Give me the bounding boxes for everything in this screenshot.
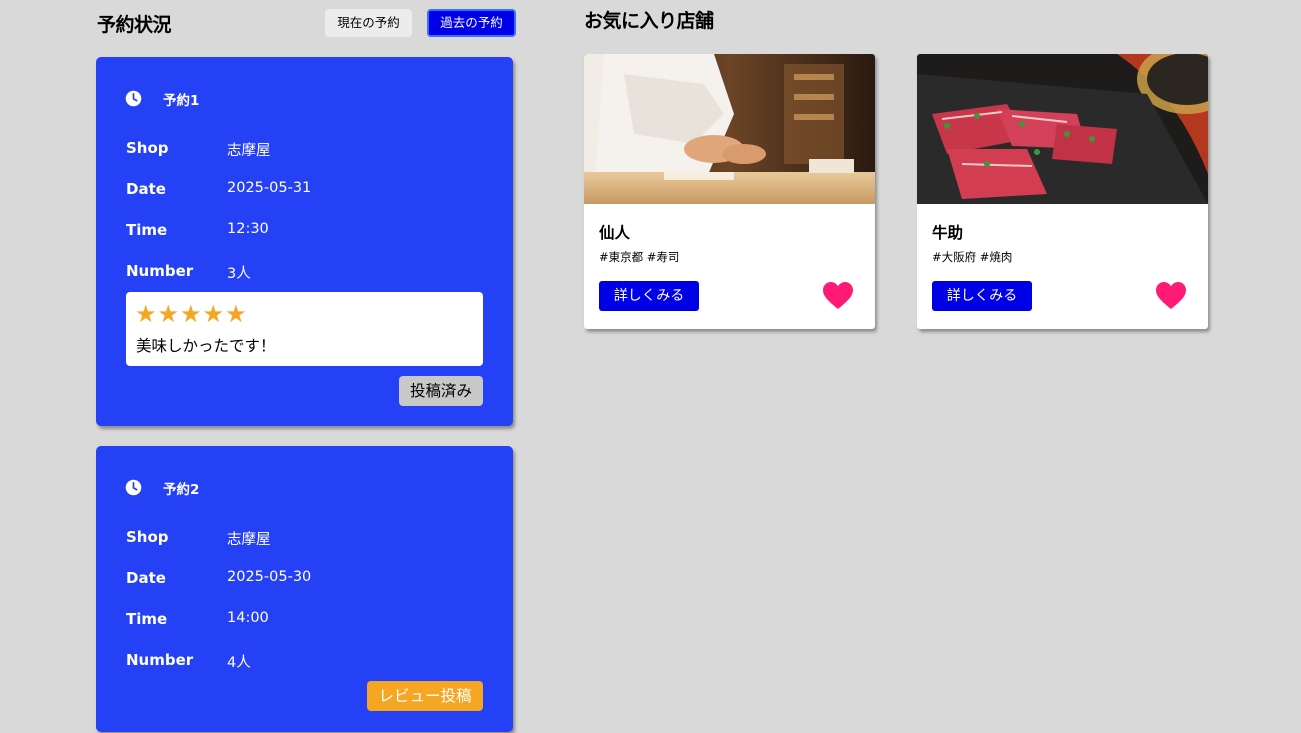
tab-current-reservations[interactable]: 現在の予約 [325, 9, 412, 37]
reservation-date-row: Date 2025-05-30 [126, 569, 466, 589]
clock-icon [125, 479, 142, 496]
number-label: Number [126, 262, 194, 280]
date-value: 2025-05-31 [227, 180, 312, 196]
date-value: 2025-05-30 [227, 569, 312, 585]
reservation-time-row: Time 12:30 [126, 221, 466, 241]
reservation-header: 予約状況 現在の予約 過去の予約 [97, 8, 516, 38]
reservation-section: 予約状況 現在の予約 過去の予約 予約1 Shop 志摩屋 Date 2025-… [96, 0, 516, 733]
reservation-name: 予約2 [163, 482, 200, 498]
post-review-button[interactable]: レビュー投稿 [367, 681, 483, 711]
reservation-card: 予約1 Shop 志摩屋 Date 2025-05-31 Time 12:30 … [96, 57, 513, 426]
reservation-title: 予約状況 [97, 14, 172, 36]
shop-label: Shop [126, 139, 169, 157]
shop-label: Shop [126, 528, 169, 546]
clock-icon [125, 90, 142, 107]
reservation-time-row: Time 14:00 [126, 610, 466, 630]
reservation-number-row: Number 4人 [126, 651, 466, 671]
shop-value: 志摩屋 [227, 532, 271, 548]
reservation-number-row: Number 3人 [126, 262, 466, 282]
time-label: Time [126, 610, 168, 628]
heart-icon[interactable] [822, 281, 854, 311]
review-posted-button[interactable]: 投稿済み [399, 376, 483, 406]
date-label: Date [126, 180, 166, 198]
shop-name: 牛助 [932, 224, 964, 242]
shop-name: 仙人 [599, 224, 631, 242]
reservation-shop-row: Shop 志摩屋 [126, 139, 466, 159]
time-value: 12:30 [227, 221, 269, 237]
shop-tags: #東京都 #寿司 [599, 250, 680, 264]
detail-button[interactable]: 詳しくみる [932, 281, 1032, 311]
shop-image-yakiniku [917, 54, 1208, 204]
time-value: 14:00 [227, 610, 269, 626]
number-value: 4人 [227, 655, 251, 671]
star-rating: ★★★★★ [135, 300, 248, 328]
reservation-date-row: Date 2025-05-31 [126, 180, 466, 200]
shop-card: 牛助 #大阪府 #焼肉 詳しくみる [917, 54, 1208, 329]
reservation-card: 予約2 Shop 志摩屋 Date 2025-05-30 Time 14:00 … [96, 446, 513, 732]
number-label: Number [126, 651, 194, 669]
detail-button[interactable]: 詳しくみる [599, 281, 699, 311]
reservation-shop-row: Shop 志摩屋 [126, 528, 466, 548]
date-label: Date [126, 569, 166, 587]
favorites-title: お気に入り店舗 [584, 10, 714, 32]
heart-icon[interactable] [1155, 281, 1187, 311]
reservation-name: 予約1 [163, 93, 200, 109]
shop-card: 仙人 #東京都 #寿司 詳しくみる [584, 54, 875, 329]
shop-image-sushi [584, 54, 875, 204]
review-box: ★★★★★ 美味しかったです！ [126, 292, 483, 366]
number-value: 3人 [227, 266, 251, 282]
shop-value: 志摩屋 [227, 143, 271, 159]
time-label: Time [126, 221, 168, 239]
shop-tags: #大阪府 #焼肉 [932, 250, 1013, 264]
review-comment: 美味しかったです！ [136, 337, 276, 355]
tab-past-reservations[interactable]: 過去の予約 [427, 9, 516, 37]
